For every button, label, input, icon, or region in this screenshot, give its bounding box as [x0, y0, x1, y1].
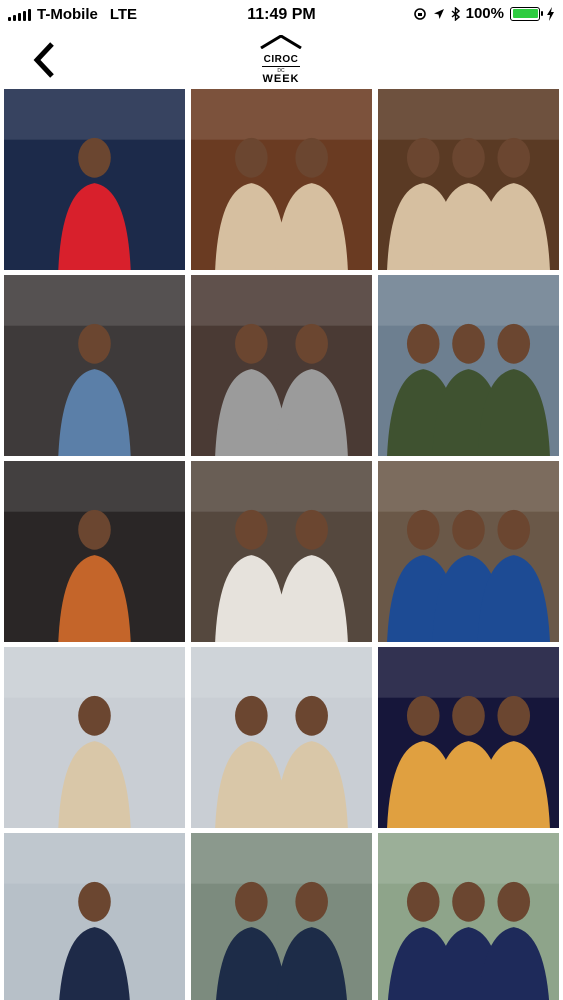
photo-food-pan[interactable]	[4, 461, 185, 642]
logo-line-1: CIROC	[263, 54, 299, 65]
logo-line-3: WEEK	[262, 73, 300, 85]
photo-thumbnail	[4, 89, 185, 270]
photo-boat-deck-2[interactable]	[191, 647, 372, 828]
photo-thumbnail	[4, 833, 185, 1000]
photo-singer-beige-jacket[interactable]	[191, 89, 372, 270]
photo-thumbnail	[191, 461, 372, 642]
photo-grid	[4, 89, 560, 1000]
photo-thumbnail	[378, 89, 559, 270]
status-bar: T-Mobile LTE 11:49 PM 100%	[0, 0, 563, 30]
chevron-left-icon	[33, 42, 54, 78]
photo-thumbnail	[191, 275, 372, 456]
photo-thumbnail	[191, 89, 372, 270]
photo-singer-denim[interactable]	[378, 89, 559, 270]
location-arrow-icon	[433, 8, 444, 19]
photo-bartender[interactable]	[378, 647, 559, 828]
photo-boat-deck-1[interactable]	[4, 647, 185, 828]
photo-sailor-bridge[interactable]	[4, 833, 185, 1000]
ciroc-dc-week-logo: CIROC DC WEEK	[246, 34, 316, 85]
photo-thumbnail	[4, 461, 185, 642]
photo-thumbnail	[378, 275, 559, 456]
back-button[interactable]	[28, 40, 64, 80]
photo-two-women-sailor[interactable]	[378, 833, 559, 1000]
status-right: 100%	[413, 5, 555, 22]
photo-woman-microphone[interactable]	[378, 275, 559, 456]
photo-thumbnail	[378, 461, 559, 642]
photo-singer-blue-cap[interactable]	[4, 275, 185, 456]
nav-bar: CIROC DC WEEK	[0, 30, 563, 87]
photo-thumbnail	[378, 833, 559, 1000]
charging-bolt-icon	[547, 6, 554, 21]
photo-selfie-couple[interactable]	[191, 833, 372, 1000]
house-roof-icon	[260, 34, 302, 50]
photo-thumbnail	[191, 833, 372, 1000]
photo-thumbnail	[4, 275, 185, 456]
battery-percent: 100%	[465, 5, 504, 22]
screen-rotation-lock-icon	[413, 7, 426, 20]
bluetooth-icon	[451, 6, 460, 21]
photo-dj[interactable]	[378, 461, 559, 642]
photo-two-women-boat[interactable]	[191, 461, 372, 642]
photo-thumbnail	[4, 647, 185, 828]
photo-thumbnail	[191, 647, 372, 828]
battery-icon	[510, 6, 543, 21]
photo-sailor-girls[interactable]	[4, 89, 185, 270]
photo-two-women[interactable]	[191, 275, 372, 456]
photo-thumbnail	[378, 647, 559, 828]
